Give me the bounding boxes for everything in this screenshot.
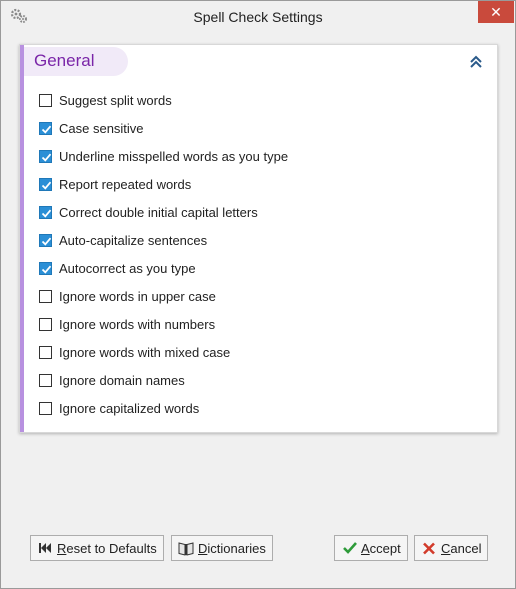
option-ignore-numbers[interactable]: Ignore words with numbers: [39, 315, 459, 335]
option-underline-misspelled[interactable]: Underline misspelled words as you type: [39, 147, 459, 167]
dictionaries-label: Dictionaries: [198, 541, 266, 556]
option-correct-double-capitals[interactable]: Correct double initial capital letters: [39, 203, 459, 223]
checkbox[interactable]: [39, 150, 52, 163]
option-label: Ignore words with mixed case: [59, 345, 231, 360]
option-label: Correct double initial capital letters: [59, 205, 258, 220]
option-ignore-domain-names[interactable]: Ignore domain names: [39, 371, 459, 391]
checkbox[interactable]: [39, 374, 52, 387]
checkbox[interactable]: [39, 262, 52, 275]
checkbox[interactable]: [39, 94, 52, 107]
dictionaries-button[interactable]: Dictionaries: [171, 535, 273, 561]
option-label: Underline misspelled words as you type: [59, 149, 289, 164]
section-title: General: [34, 51, 95, 70]
option-label: Suggest split words: [59, 93, 172, 108]
section-header: General: [24, 47, 128, 76]
general-settings-panel: General Suggest split words Case sensiti…: [19, 44, 498, 433]
double-chevron-up-icon[interactable]: [469, 54, 483, 70]
option-case-sensitive[interactable]: Case sensitive: [39, 119, 459, 139]
option-label: Ignore domain names: [59, 373, 185, 388]
option-ignore-upper-case[interactable]: Ignore words in upper case: [39, 287, 459, 307]
option-label: Autocorrect as you type: [59, 261, 196, 276]
checkbox[interactable]: [39, 178, 52, 191]
checkbox[interactable]: [39, 234, 52, 247]
checkbox[interactable]: [39, 402, 52, 415]
window-title: Spell Check Settings: [193, 9, 323, 25]
option-auto-capitalize[interactable]: Auto-capitalize sentences: [39, 231, 459, 251]
close-button[interactable]: ✕: [478, 1, 514, 23]
cancel-label: Cancel: [441, 541, 482, 556]
checkmark-icon: [342, 541, 358, 558]
option-ignore-capitalized[interactable]: Ignore capitalized words: [39, 399, 459, 419]
option-ignore-mixed-case[interactable]: Ignore words with mixed case: [39, 343, 459, 363]
reset-to-defaults-button[interactable]: Reset to Defaults: [30, 535, 164, 561]
cancel-button[interactable]: Cancel: [414, 535, 488, 561]
book-icon: [178, 541, 194, 559]
option-label: Report repeated words: [59, 177, 192, 192]
option-label: Auto-capitalize sentences: [59, 233, 208, 248]
option-suggest-split-words[interactable]: Suggest split words: [39, 91, 459, 111]
accept-label: Accept: [361, 541, 401, 556]
checkbox[interactable]: [39, 206, 52, 219]
accept-button[interactable]: Accept: [334, 535, 408, 561]
checkbox[interactable]: [39, 346, 52, 359]
spell-check-settings-dialog: Spell Check Settings ✕ General Suggest s…: [0, 0, 516, 589]
option-autocorrect[interactable]: Autocorrect as you type: [39, 259, 459, 279]
option-report-repeated-words[interactable]: Report repeated words: [39, 175, 459, 195]
option-label: Ignore words with numbers: [59, 317, 216, 332]
option-label: Ignore words in upper case: [59, 289, 216, 304]
checkbox[interactable]: [39, 318, 52, 331]
x-icon: [422, 542, 436, 558]
panel-accent-bar: [20, 45, 24, 432]
option-label: Case sensitive: [59, 121, 144, 136]
checkbox[interactable]: [39, 122, 52, 135]
option-label: Ignore capitalized words: [59, 401, 200, 416]
skip-to-start-icon: [38, 542, 52, 557]
checkbox[interactable]: [39, 290, 52, 303]
title-bar: Spell Check Settings ✕: [1, 1, 515, 32]
reset-label: Reset to Defaults: [57, 541, 157, 556]
